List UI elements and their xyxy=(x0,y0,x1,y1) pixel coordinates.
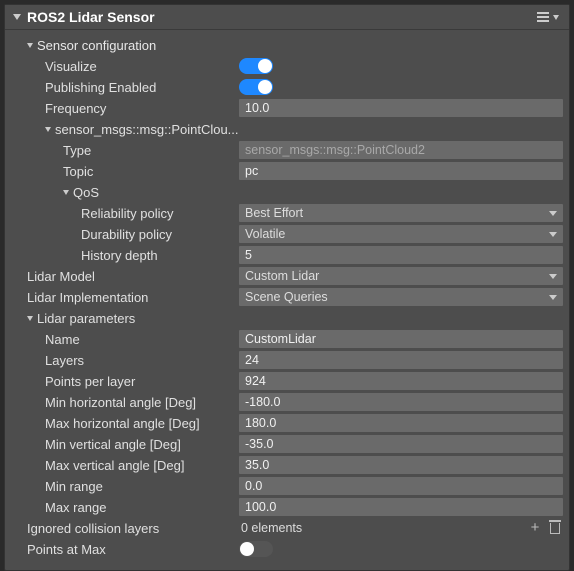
field-label: Points per layer xyxy=(45,374,135,389)
chevron-down-icon[interactable] xyxy=(13,14,21,20)
field-label: Lidar Implementation xyxy=(27,290,148,305)
ppl-row: Points per layer xyxy=(11,371,563,391)
qos-section[interactable]: QoS xyxy=(11,182,563,202)
topic-row: Topic xyxy=(11,161,563,181)
durability-select[interactable]: Volatile xyxy=(239,225,563,243)
field-label: Min vertical angle [Deg] xyxy=(45,437,181,452)
visualize-toggle[interactable] xyxy=(239,58,273,74)
field-label: Ignored collision layers xyxy=(27,521,159,536)
lidar-model-row: Lidar Model Custom Lidar xyxy=(11,266,563,286)
lidar-params-section[interactable]: Lidar parameters xyxy=(11,308,563,328)
lidar-impl-row: Lidar Implementation Scene Queries xyxy=(11,287,563,307)
lidar-model-select[interactable]: Custom Lidar xyxy=(239,267,563,285)
add-layer-button[interactable]: + xyxy=(527,520,543,536)
maxh-row: Max horizontal angle [Deg] xyxy=(11,413,563,433)
reliability-row: Reliability policy Best Effort xyxy=(11,203,563,223)
field-label: Name xyxy=(45,332,80,347)
minrange-row: Min range xyxy=(11,476,563,496)
minh-row: Min horizontal angle [Deg] xyxy=(11,392,563,412)
frequency-input[interactable] xyxy=(239,99,563,117)
chevron-down-icon xyxy=(549,211,557,216)
field-label: Durability policy xyxy=(81,227,172,242)
chevron-down-icon xyxy=(549,295,557,300)
lidar-impl-select[interactable]: Scene Queries xyxy=(239,288,563,306)
chevron-down-icon xyxy=(549,232,557,237)
max-range-input[interactable] xyxy=(239,498,563,516)
elements-count: 0 elements xyxy=(239,521,523,535)
select-value: Best Effort xyxy=(245,206,303,220)
panel-title: ROS2 Lidar Sensor xyxy=(27,9,535,25)
topic-input[interactable] xyxy=(239,162,563,180)
points-at-max-toggle[interactable] xyxy=(239,541,273,557)
min-range-input[interactable] xyxy=(239,477,563,495)
layers-input[interactable] xyxy=(239,351,563,369)
section-label: sensor_msgs::msg::PointClou... xyxy=(55,122,239,137)
ignored-layers-row: Ignored collision layers 0 elements + xyxy=(11,518,563,538)
maxv-row: Max vertical angle [Deg] xyxy=(11,455,563,475)
field-label: Frequency xyxy=(45,101,106,116)
chevron-down-icon xyxy=(549,274,557,279)
trash-icon xyxy=(550,522,560,534)
field-label: Visualize xyxy=(45,59,97,74)
name-input[interactable] xyxy=(239,330,563,348)
chevron-down-icon xyxy=(45,127,51,132)
select-value: Custom Lidar xyxy=(245,269,319,283)
name-row: Name xyxy=(11,329,563,349)
field-label: Min range xyxy=(45,479,103,494)
section-label: Lidar parameters xyxy=(37,311,135,326)
field-label: Lidar Model xyxy=(27,269,95,284)
field-label: Min horizontal angle [Deg] xyxy=(45,395,196,410)
select-value: Scene Queries xyxy=(245,290,328,304)
field-label: History depth xyxy=(81,248,158,263)
minv-row: Min vertical angle [Deg] xyxy=(11,434,563,454)
sensor-config-section[interactable]: Sensor configuration xyxy=(11,35,563,55)
min-v-angle-input[interactable] xyxy=(239,435,563,453)
chevron-down-icon xyxy=(27,43,33,48)
field-label: Max vertical angle [Deg] xyxy=(45,458,184,473)
reliability-select[interactable]: Best Effort xyxy=(239,204,563,222)
publishing-toggle[interactable] xyxy=(239,79,273,95)
maxrange-row: Max range xyxy=(11,497,563,517)
field-label: Type xyxy=(63,143,91,158)
points-per-layer-input[interactable] xyxy=(239,372,563,390)
visualize-row: Visualize xyxy=(11,56,563,76)
history-input[interactable] xyxy=(239,246,563,264)
durability-row: Durability policy Volatile xyxy=(11,224,563,244)
field-label: Reliability policy xyxy=(81,206,173,221)
chevron-down-icon xyxy=(27,316,33,321)
plus-icon: + xyxy=(531,521,540,535)
field-label: Max range xyxy=(45,500,106,515)
field-label: Publishing Enabled xyxy=(45,80,156,95)
points-at-max-row: Points at Max xyxy=(11,539,563,559)
field-label: Max horizontal angle [Deg] xyxy=(45,416,200,431)
delete-layer-button[interactable] xyxy=(547,520,563,536)
menu-icon xyxy=(537,12,549,22)
layers-row: Layers xyxy=(11,350,563,370)
section-label: Sensor configuration xyxy=(37,38,156,53)
chevron-down-icon xyxy=(63,190,69,195)
type-input xyxy=(239,141,563,159)
type-row: Type xyxy=(11,140,563,160)
field-label: Points at Max xyxy=(27,542,106,557)
max-h-angle-input[interactable] xyxy=(239,414,563,432)
pointcloud-section[interactable]: sensor_msgs::msg::PointClou... xyxy=(11,119,563,139)
publishing-row: Publishing Enabled xyxy=(11,77,563,97)
select-value: Volatile xyxy=(245,227,285,241)
max-v-angle-input[interactable] xyxy=(239,456,563,474)
field-label: Layers xyxy=(45,353,84,368)
ros2-lidar-panel: ROS2 Lidar Sensor Sensor configuration V… xyxy=(4,4,570,571)
frequency-row: Frequency xyxy=(11,98,563,118)
chevron-down-icon xyxy=(553,15,559,20)
panel-header: ROS2 Lidar Sensor xyxy=(5,5,569,30)
field-label: Topic xyxy=(63,164,93,179)
min-h-angle-input[interactable] xyxy=(239,393,563,411)
panel-body: Sensor configuration Visualize Publishin… xyxy=(5,30,569,570)
section-label: QoS xyxy=(73,185,99,200)
history-row: History depth xyxy=(11,245,563,265)
panel-menu-button[interactable] xyxy=(535,10,561,24)
